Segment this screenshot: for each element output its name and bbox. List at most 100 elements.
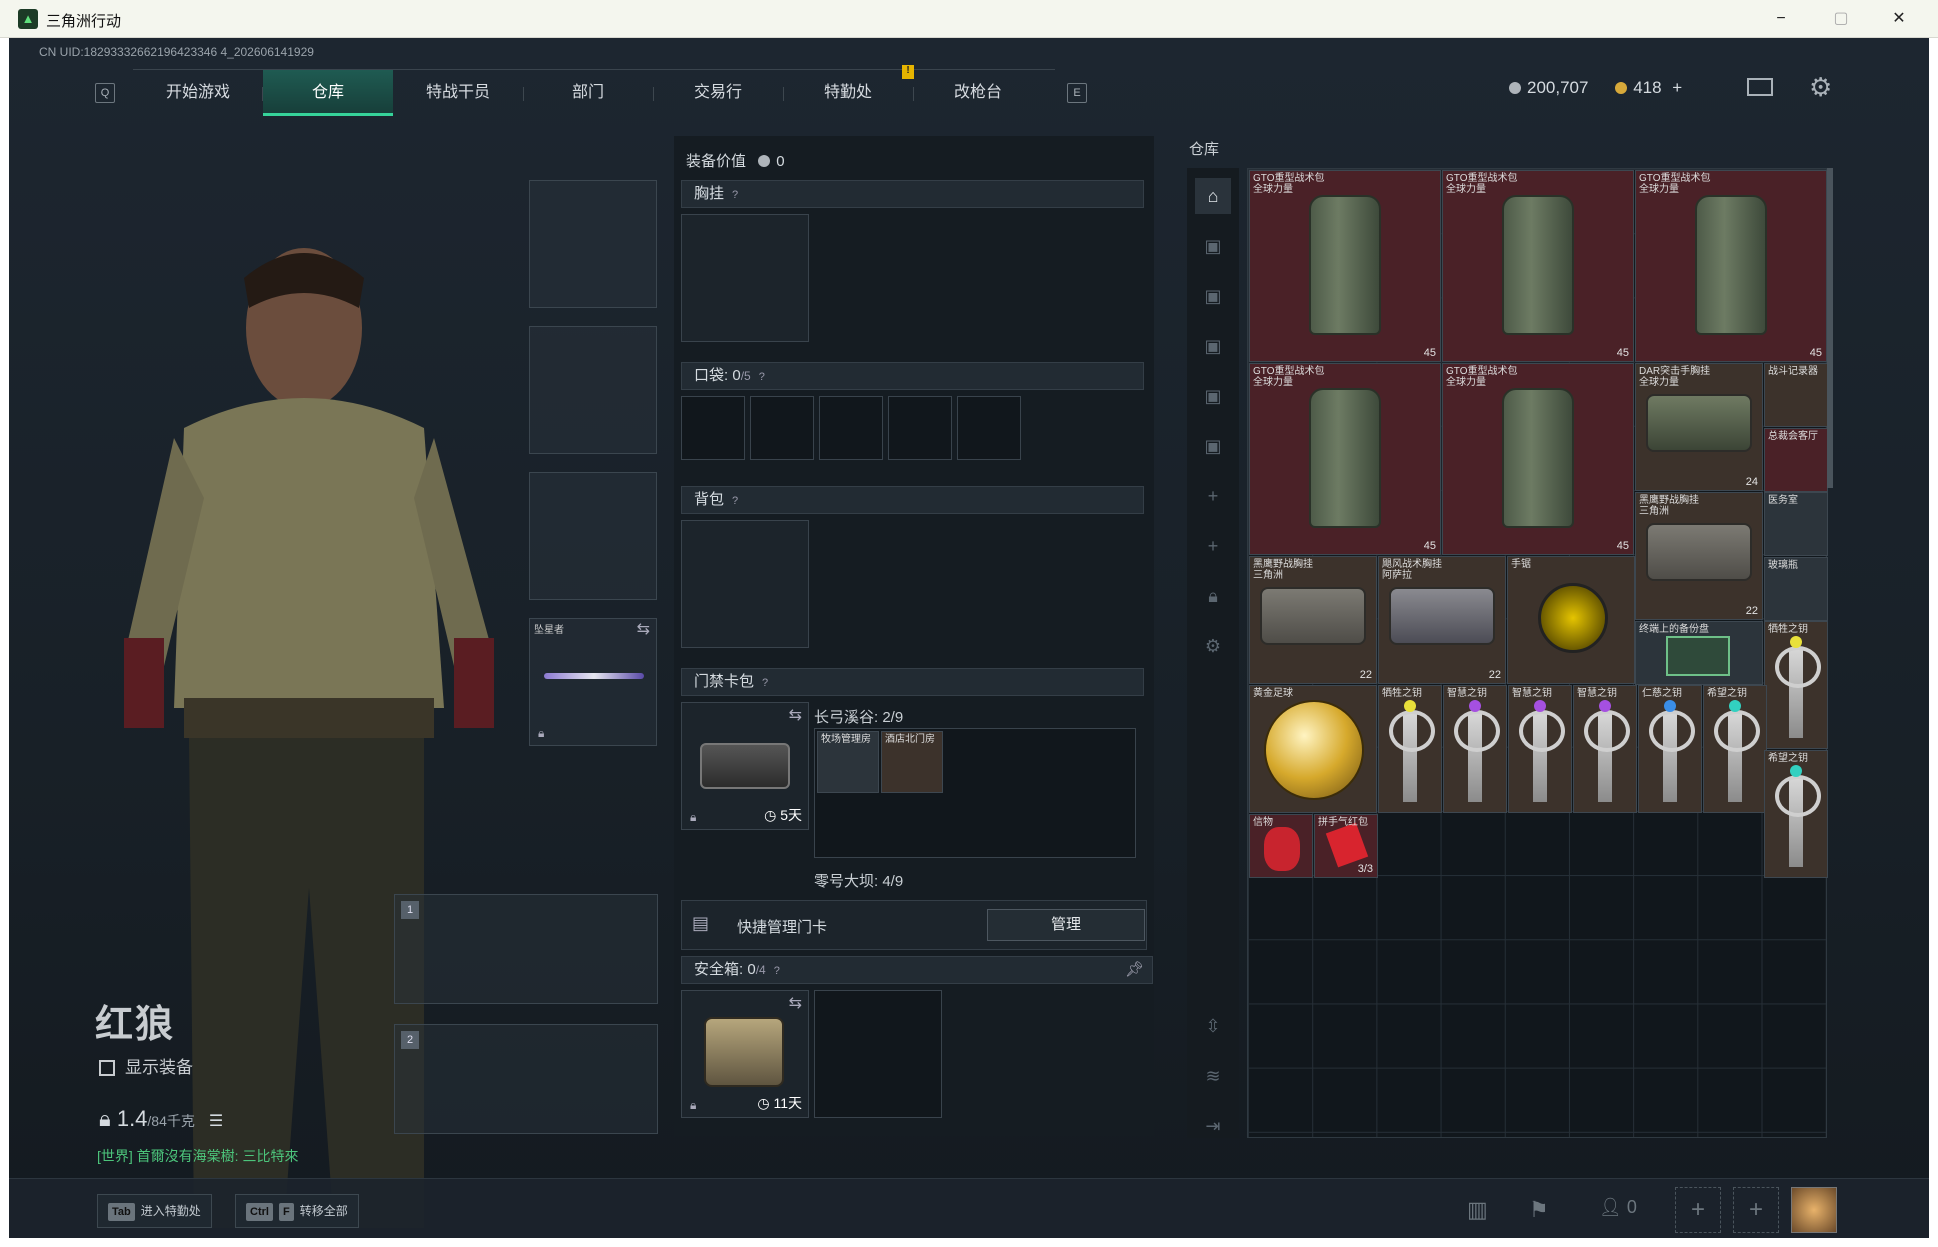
secondary-weapon-slot[interactable]: 2	[394, 1024, 658, 1134]
chest-rig-header: 胸挂?	[681, 180, 1144, 208]
storage-item[interactable]: GTO重型战术包 全球力量 45	[1635, 170, 1827, 362]
tab-gunsmith[interactable]: 改枪台	[913, 70, 1043, 116]
checkbox-icon[interactable]	[99, 1060, 115, 1076]
help-icon[interactable]: ?	[759, 371, 765, 383]
uid-label: CN UID:18293332662196423346 4_2026061419…	[39, 45, 314, 59]
pocket-slot[interactable]	[819, 396, 883, 460]
tab-special-ops[interactable]: 特勤处	[783, 70, 913, 116]
settings-gear-icon[interactable]: ⚙	[1195, 628, 1231, 664]
storage-item[interactable]: 仁慈之钥	[1638, 685, 1702, 813]
list-icon[interactable]: ☰	[209, 1113, 223, 1130]
storage-item[interactable]: 希望之钥	[1703, 685, 1767, 813]
cardpack-slot[interactable]: ⇆ 🔒︎ ◷ 5天	[681, 702, 809, 830]
weight-max: /84千克	[147, 1113, 195, 1129]
pocket-slot[interactable]	[957, 396, 1021, 460]
safe-box-grid[interactable]	[814, 990, 942, 1118]
storage-item[interactable]: 医务室	[1764, 492, 1828, 556]
mail-icon[interactable]	[1747, 78, 1773, 96]
pocket-slot[interactable]	[681, 396, 745, 460]
show-equipment-toggle[interactable]: 显示装备	[99, 1053, 193, 1078]
pistol-slot[interactable]	[529, 472, 657, 600]
melee-slot[interactable]: 坠星者 ⇆ 🔒︎	[529, 618, 657, 746]
storage-item[interactable]: 智慧之钥	[1508, 685, 1572, 813]
nav-prev-key[interactable]: Q	[95, 83, 115, 103]
storage-item[interactable]: GTO重型战术包 全球力量 45	[1249, 363, 1441, 555]
tab-operators[interactable]: 特战干员	[393, 70, 523, 116]
invite-slot[interactable]: +	[1733, 1187, 1779, 1233]
pocket-slot[interactable]	[750, 396, 814, 460]
storage-item[interactable]: 战斗记录器	[1764, 363, 1828, 427]
storage-item[interactable]: GTO重型战术包 全球力量 45	[1442, 170, 1634, 362]
layers-icon[interactable]: ≋	[1195, 1058, 1231, 1094]
flag-icon[interactable]: ⚑	[1529, 1197, 1549, 1223]
pin-icon[interactable]: 📌︎	[1125, 957, 1144, 983]
storage-item[interactable]: DAR突击手胸挂 全球力量 24	[1635, 363, 1763, 491]
storage-item[interactable]: 智慧之钥	[1573, 685, 1637, 813]
storage-item[interactable]: 飓风战术胸挂 阿萨拉 22	[1378, 556, 1506, 684]
storage-item[interactable]: 黄金足球	[1249, 685, 1377, 813]
help-icon[interactable]: ?	[762, 677, 768, 689]
storage-tab-icon[interactable]: ▣	[1195, 428, 1231, 464]
sort-icon[interactable]: ⇳	[1195, 1008, 1231, 1044]
storage-scrollbar[interactable]	[1827, 168, 1833, 488]
settings-gear-icon[interactable]: ⚙	[1809, 72, 1832, 103]
storage-item[interactable]: 终端上的备份盘	[1635, 621, 1763, 685]
swap-icon[interactable]: ⇆	[637, 619, 650, 639]
storage-item[interactable]: 智慧之钥	[1443, 685, 1507, 813]
transfer-icon[interactable]: ⇥	[1195, 1108, 1231, 1144]
stats-icon[interactable]: ▥	[1467, 1197, 1488, 1223]
tab-trading[interactable]: 交易行	[653, 70, 783, 116]
storage-item[interactable]: GTO重型战术包 全球力量 45	[1249, 170, 1441, 362]
storage-item[interactable]: GTO重型战术包 全球力量 45	[1442, 363, 1634, 555]
lock-icon[interactable]: 🔒︎	[1195, 578, 1231, 614]
tab-start-game[interactable]: 开始游戏	[133, 70, 263, 116]
warehouse-tab-icon[interactable]: ⌂	[1195, 178, 1231, 214]
primary-weapon-slot[interactable]: 1	[394, 894, 658, 1004]
storage-item[interactable]: 手锯	[1507, 556, 1635, 684]
tab-warehouse[interactable]: 仓库	[263, 70, 393, 116]
storage-item[interactable]: 牺牲之钥	[1378, 685, 1442, 813]
swap-icon[interactable]: ⇆	[789, 993, 802, 1013]
add-tab-icon[interactable]: +	[1195, 528, 1231, 564]
storage-item[interactable]: 拼手气红包 3/3	[1314, 814, 1378, 878]
storage-item[interactable]: 黑鹰野战胸挂 三角洲 22	[1249, 556, 1377, 684]
storage-item[interactable]: 牺牲之钥	[1764, 621, 1828, 749]
transfer-all-button[interactable]: Ctrl F 转移全部	[235, 1194, 359, 1228]
friends-indicator[interactable]: 👤︎ 0	[1599, 1197, 1637, 1218]
nav-next-key[interactable]: E	[1067, 83, 1087, 103]
storage-item[interactable]: 总裁会客厅	[1764, 428, 1828, 492]
storage-item[interactable]: 信物	[1249, 814, 1313, 878]
app-window: ▲ 三角洲行动 − ▢ ✕ CN UID:1829333266219642334…	[0, 0, 1938, 1247]
storage-item[interactable]: 玻璃瓶	[1764, 557, 1828, 621]
melee-name: 坠星者	[534, 625, 564, 636]
add-gold-button[interactable]: +	[1672, 78, 1682, 97]
access-card[interactable]: 牧场管理房	[817, 731, 879, 793]
helmet-slot[interactable]	[529, 180, 657, 308]
storage-tab-icon[interactable]: ▣	[1195, 328, 1231, 364]
avatar[interactable]	[1791, 1187, 1837, 1233]
armor-slot[interactable]	[529, 326, 657, 454]
backpack-slot[interactable]	[681, 520, 809, 648]
enter-special-ops-button[interactable]: Tab 进入特勤处	[97, 1194, 212, 1228]
help-icon[interactable]: ?	[732, 495, 738, 507]
close-button[interactable]: ✕	[1876, 5, 1922, 33]
maximize-button[interactable]: ▢	[1818, 5, 1864, 33]
pocket-slot[interactable]	[888, 396, 952, 460]
access-card[interactable]: 酒店北门房	[881, 731, 943, 793]
storage-tab-icon[interactable]: ▣	[1195, 228, 1231, 264]
add-tab-icon[interactable]: +	[1195, 478, 1231, 514]
invite-slot[interactable]: +	[1675, 1187, 1721, 1233]
help-icon[interactable]: ?	[732, 189, 738, 201]
manage-button[interactable]: 管理	[987, 909, 1145, 941]
world-chat[interactable]: [世界] 首爾沒有海棠樹: 三比特來	[97, 1146, 298, 1166]
chest-rig-slot[interactable]	[681, 214, 809, 342]
swap-icon[interactable]: ⇆	[789, 705, 802, 725]
help-icon[interactable]: ?	[774, 965, 780, 977]
minimize-button[interactable]: −	[1758, 5, 1804, 33]
tab-department[interactable]: 部门	[523, 70, 653, 116]
storage-tab-icon[interactable]: ▣	[1195, 278, 1231, 314]
storage-item[interactable]: 希望之钥	[1764, 750, 1828, 878]
storage-tab-icon[interactable]: ▣	[1195, 378, 1231, 414]
storage-item[interactable]: 黑鹰野战胸挂 三角洲 22	[1635, 492, 1763, 620]
safe-box-slot[interactable]: ⇆ 🔒︎ ◷ 11天	[681, 990, 809, 1118]
